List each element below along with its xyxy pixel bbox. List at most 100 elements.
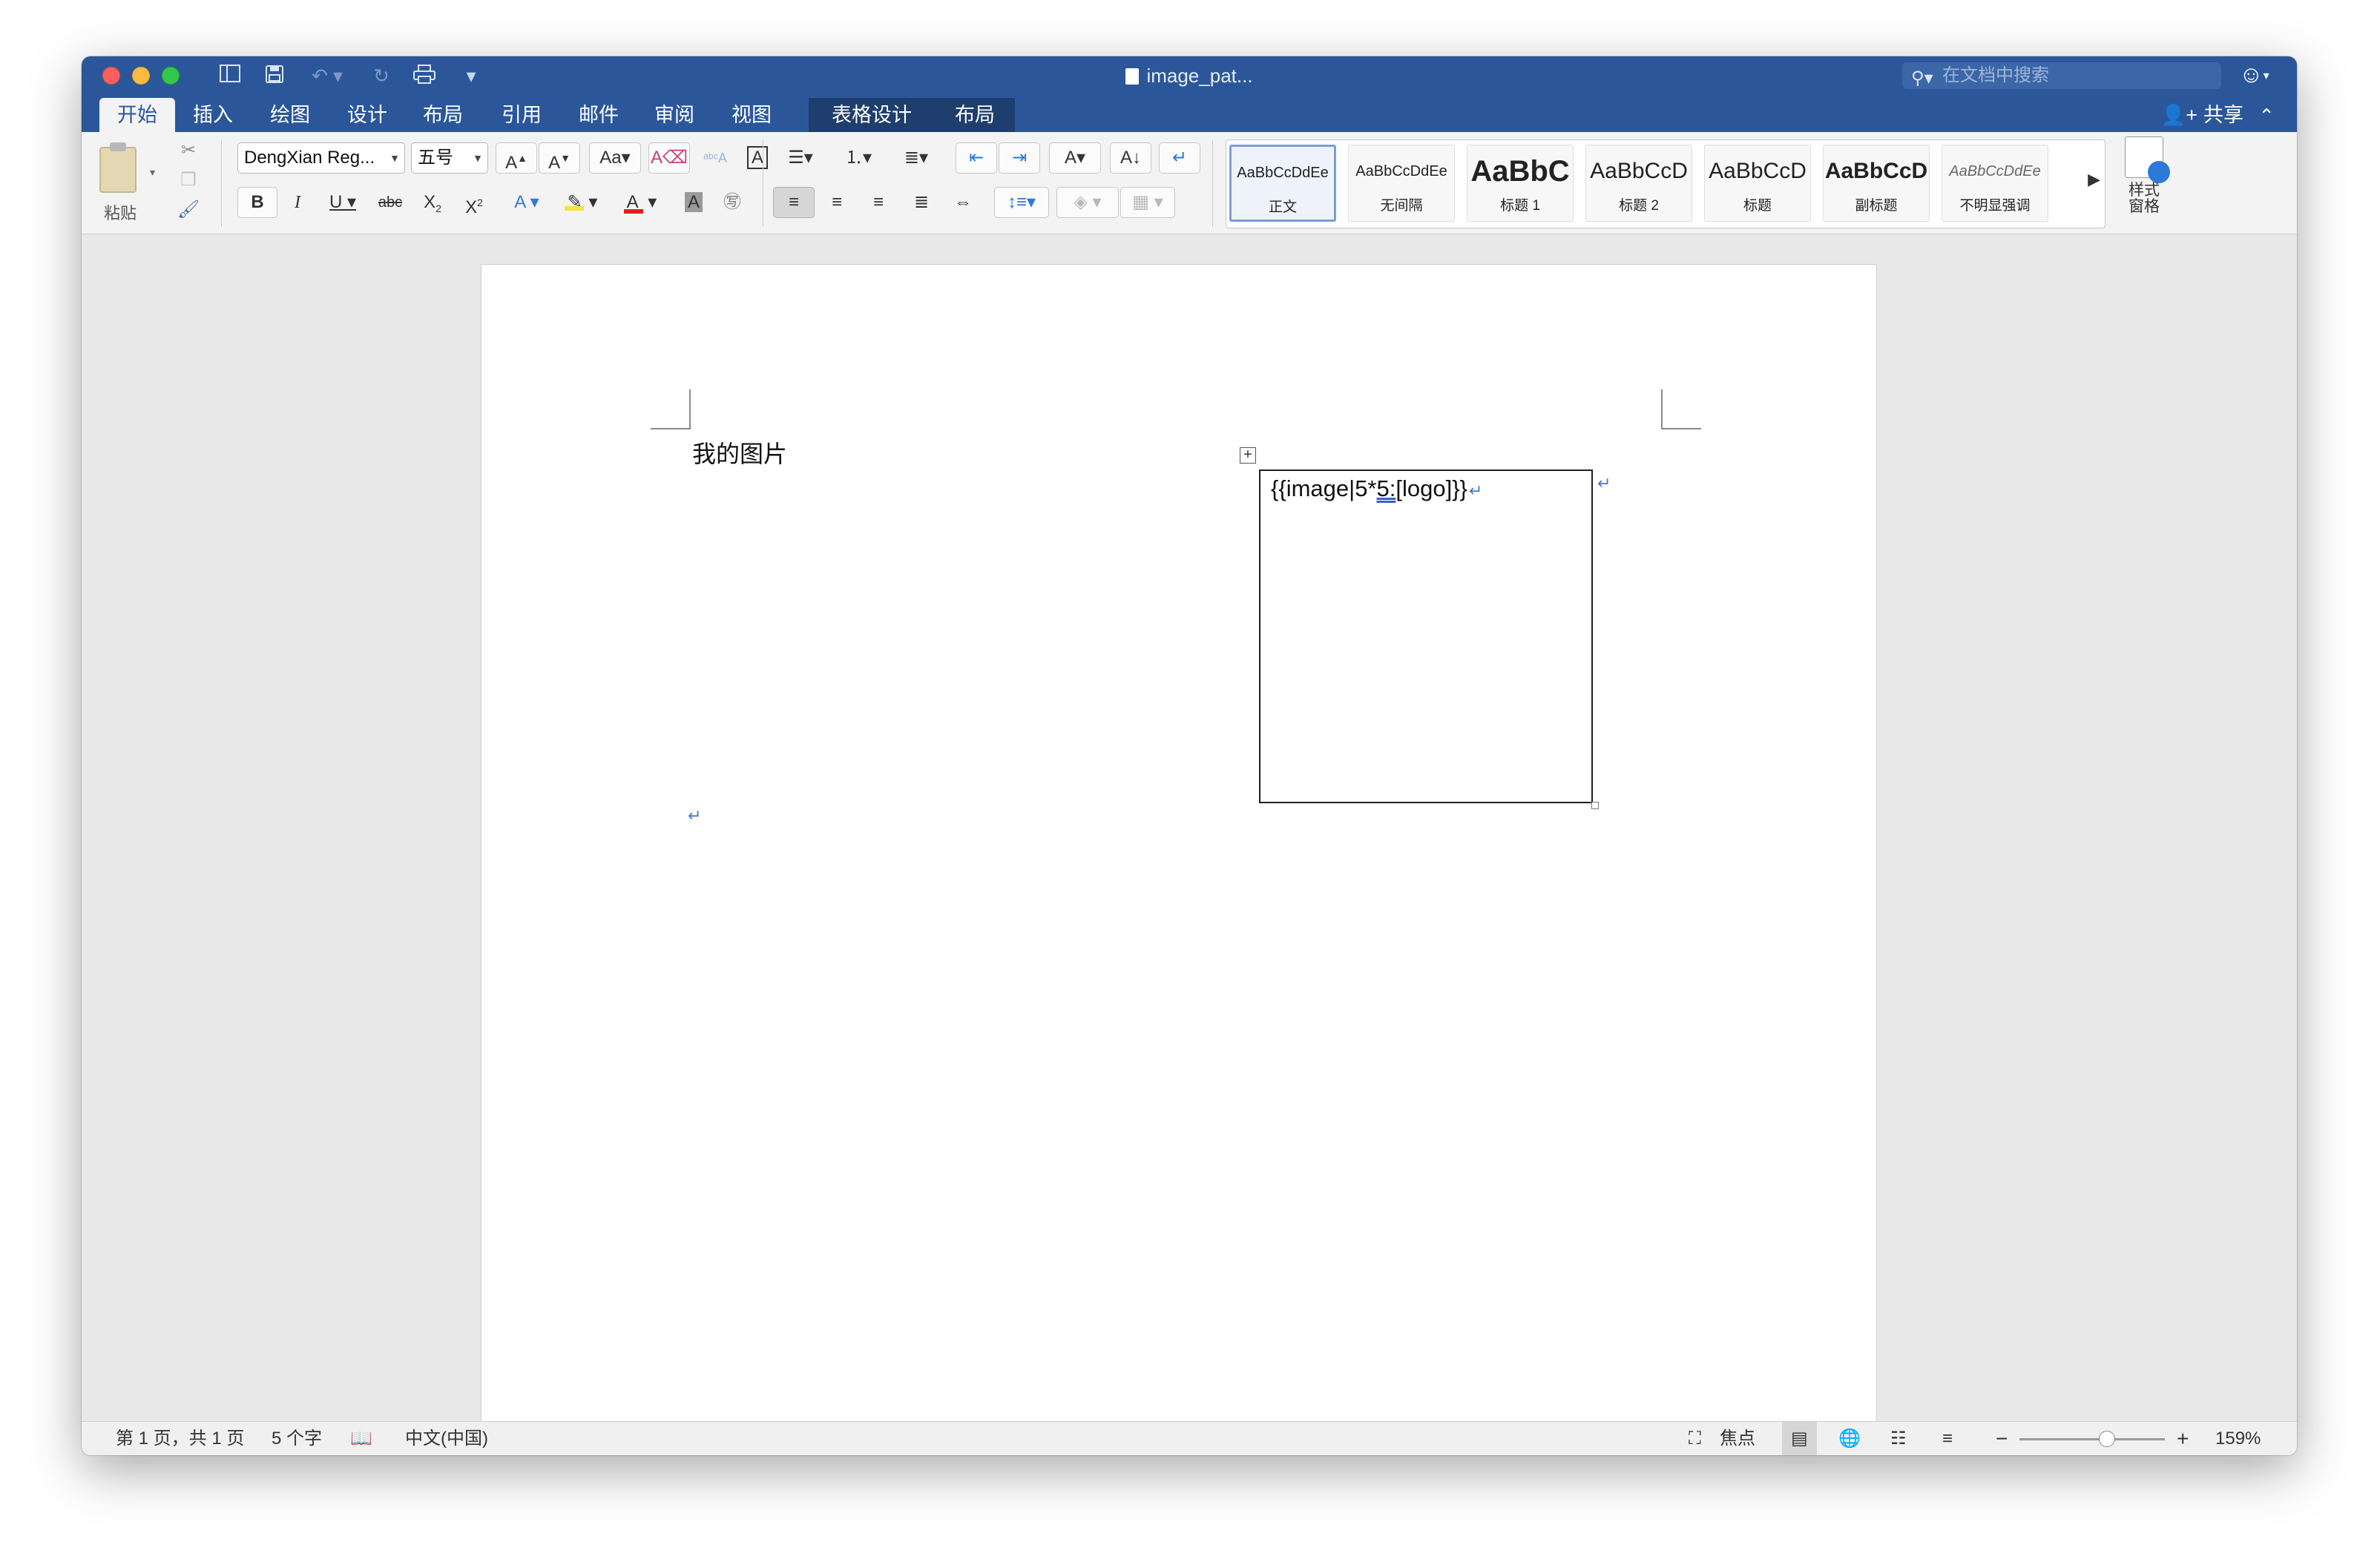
tab-home[interactable]: 开始 (99, 98, 175, 132)
character-border-icon[interactable]: A (739, 142, 776, 174)
print-layout-view-icon[interactable]: ▤ (1782, 1422, 1817, 1455)
search-icon: ⚲▾ (1911, 68, 1933, 88)
bold-button[interactable]: B (237, 187, 277, 218)
font-name-select[interactable]: DengXian Reg... ▼ (237, 142, 405, 174)
increase-indent-icon[interactable]: ⇥ (999, 142, 1040, 174)
table-move-handle-icon[interactable]: + (1240, 447, 1256, 464)
clipboard-icon (99, 142, 137, 193)
ribbon-separator (1212, 139, 1213, 227)
tab-draw[interactable]: 绘图 (252, 98, 328, 132)
language-indicator[interactable]: 中文(中国) (405, 1422, 488, 1455)
decrease-indent-icon[interactable]: ⇤ (956, 142, 997, 174)
web-layout-view-icon[interactable]: 🌐 (1838, 1422, 1861, 1455)
zoom-out-icon[interactable]: − (1996, 1422, 2008, 1455)
phonetic-guide-icon[interactable]: ᵃᵇᶜA (694, 142, 736, 174)
text-effects-icon[interactable]: A ▾ (503, 187, 550, 218)
document-canvas[interactable]: 我的图片 + {{image|5*5:[logo]}}↵ ↵ ↵ (82, 234, 2297, 1436)
distributed-button[interactable]: ⇔ (942, 187, 984, 218)
sort-icon[interactable]: A↓ (1110, 142, 1151, 174)
zoom-slider-thumb[interactable] (2098, 1431, 2115, 1447)
grow-font-icon[interactable]: A▲ (496, 142, 537, 174)
align-right-button[interactable]: ≡ (858, 187, 899, 218)
paste-dropdown-icon[interactable]: ▾ (150, 166, 155, 179)
superscript-button[interactable]: X2 (454, 187, 494, 218)
cut-icon[interactable]: ✂ (172, 135, 205, 166)
tab-design[interactable]: 设计 (329, 98, 405, 132)
italic-button[interactable]: I (279, 187, 316, 218)
table-cell[interactable]: {{image|5*5:[logo]}}↵ (1259, 470, 1593, 803)
shading-icon[interactable]: ◈ ▾ (1056, 187, 1119, 218)
subscript-button[interactable]: X2 (412, 187, 453, 218)
add-person-icon: 👤+ (2160, 104, 2197, 126)
document-icon (1125, 68, 1140, 85)
copy-icon[interactable]: ❐ (172, 165, 205, 196)
zoom-slider[interactable] (2019, 1438, 2165, 1440)
proofing-icon[interactable]: 📖 (350, 1422, 372, 1455)
style-title[interactable]: AaBbCcD 标题 (1704, 145, 1811, 222)
focus-mode-label[interactable]: 焦点 (1720, 1422, 1755, 1455)
align-center-button[interactable]: ≡ (816, 187, 858, 218)
outline-view-icon[interactable]: ☷ (1890, 1422, 1907, 1455)
margin-corner-marker (1661, 389, 1701, 429)
search-input[interactable]: ⚲▾ 在文档中搜索 (1902, 62, 2221, 89)
bullets-icon[interactable]: ☰▾ (773, 142, 828, 174)
style-normal[interactable]: AaBbCcDdEe 正文 (1229, 145, 1336, 222)
focus-icon[interactable]: ⛶ (1689, 1422, 1701, 1455)
enclose-characters-icon[interactable]: ㊢ (714, 187, 751, 218)
font-color-icon[interactable]: A ▾ (614, 187, 669, 218)
justify-button[interactable]: ≣ (901, 187, 942, 218)
style-no-spacing[interactable]: AaBbCcDdEe 无间隔 (1348, 145, 1455, 222)
document-page[interactable]: 我的图片 + {{image|5*5:[logo]}}↵ ↵ ↵ (481, 264, 1877, 1436)
style-subtitle[interactable]: AaBbCcD 副标题 (1823, 145, 1930, 222)
tab-insert[interactable]: 插入 (175, 98, 251, 132)
clear-formatting-icon[interactable]: A⌫ (648, 142, 690, 174)
tab-layout[interactable]: 布局 (405, 98, 481, 132)
paragraph-marks-icon[interactable]: ↵ (1159, 142, 1200, 174)
table-resize-handle[interactable] (1591, 802, 1599, 809)
format-painter-icon[interactable]: 🖌 (172, 194, 205, 225)
align-left-button[interactable]: ≡ (773, 187, 815, 218)
shrink-font-icon[interactable]: A▼ (539, 142, 580, 174)
cell-text-part: {{image|5* (1271, 475, 1377, 501)
cell-end-mark: ↵ (1468, 481, 1483, 500)
word-count[interactable]: 5 个字 (272, 1422, 322, 1455)
style-name: 不明显强调 (1959, 198, 2031, 214)
line-spacing-icon[interactable]: ↕≡▾ (994, 187, 1049, 218)
style-subtle-emphasis[interactable]: AaBbCcDdEe 不明显强调 (1942, 145, 2048, 222)
style-heading-2[interactable]: AaBbCcD 标题 2 (1585, 145, 1692, 222)
draft-view-icon[interactable]: ≡ (1942, 1422, 1953, 1455)
share-button[interactable]: 👤+ 共享 (2161, 98, 2243, 132)
document-heading[interactable]: 我的图片 (692, 435, 787, 470)
font-size-value: 五号 (418, 148, 453, 168)
style-sample: AaBbCcDdEe (1355, 163, 1447, 179)
zoom-level[interactable]: 159% (2215, 1422, 2261, 1455)
numbering-icon[interactable]: ⒈▾ (831, 142, 886, 174)
tab-references[interactable]: 引用 (484, 98, 559, 132)
tab-table-design[interactable]: 表格设计 (809, 98, 935, 132)
tab-view[interactable]: 视图 (714, 98, 789, 132)
cell-text[interactable]: {{image|5*5:[logo]}}↵ (1271, 475, 1482, 502)
change-case-icon[interactable]: Aa▾ (589, 142, 641, 174)
zoom-in-icon[interactable]: + (2177, 1422, 2189, 1455)
strikethrough-button[interactable]: abc (369, 187, 411, 218)
ribbon-home: ▾ 粘贴 ✂ ❐ 🖌 DengXian Reg... ▼ 五号 ▼ A▲ A▼ Aa… (82, 132, 2297, 234)
styles-gallery: AaBbCcDdEe 正文 AaBbCcDdEe 无间隔 AaBbC 标题 1 AaB… (1226, 139, 2105, 228)
page-count[interactable]: 第 1 页，共 1 页 (116, 1422, 244, 1455)
underline-button[interactable]: U ▾ (319, 187, 366, 218)
chevron-down-icon: ▼ (389, 152, 400, 164)
character-shading-icon[interactable]: A (675, 187, 712, 218)
highlight-color-icon[interactable]: ✎ ▾ (555, 187, 610, 218)
multilevel-list-icon[interactable]: ≣▾ (889, 142, 944, 174)
tab-review[interactable]: 审阅 (637, 98, 712, 132)
borders-icon[interactable]: ▦ ▾ (1120, 187, 1175, 218)
feedback-smiley-icon[interactable]: ☺▾ (2239, 61, 2269, 88)
style-heading-1[interactable]: AaBbC 标题 1 (1467, 145, 1574, 222)
collapse-ribbon-icon[interactable]: ⌃ (2258, 99, 2275, 132)
gallery-next-icon[interactable]: ▶ (2088, 170, 2100, 189)
styles-pane-button[interactable]: 样式窗格 (2122, 136, 2170, 215)
font-size-select[interactable]: 五号 ▼ (411, 142, 488, 174)
tab-table-layout[interactable]: 布局 (935, 98, 1015, 132)
title-bar: ↶ ▾ ↻ ▾ image_pat... ⚲▾ 在文档中搜索 ☺▾ (82, 56, 2297, 95)
tab-mailings[interactable]: 邮件 (561, 98, 637, 132)
text-direction-icon[interactable]: A▾ (1049, 142, 1101, 174)
